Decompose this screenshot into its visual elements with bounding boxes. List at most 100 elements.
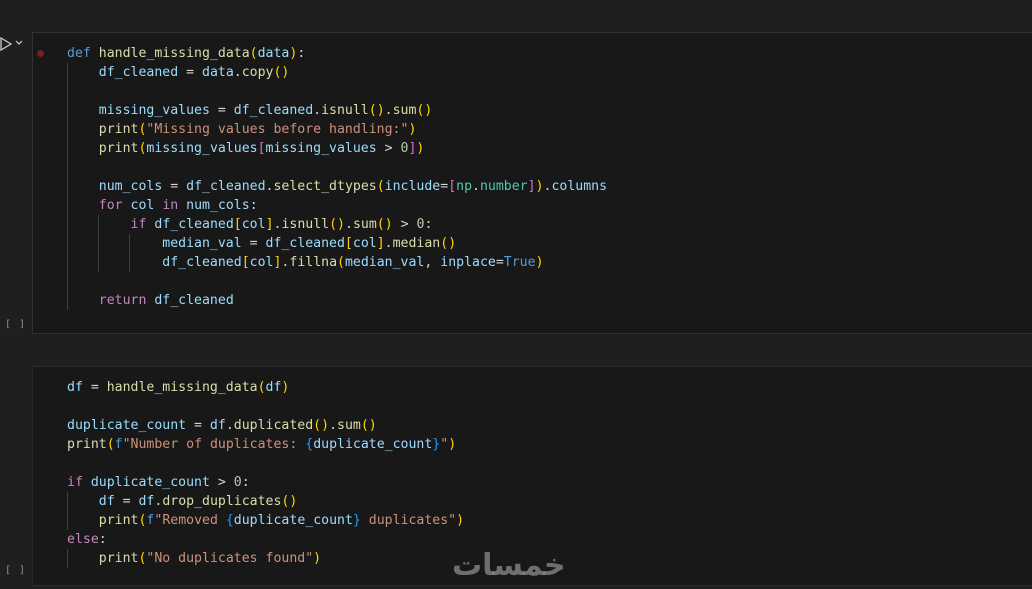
code-token: = xyxy=(186,418,210,433)
code-line[interactable]: else: xyxy=(67,530,464,549)
code-token: df xyxy=(138,494,155,509)
code-token: () xyxy=(360,418,377,433)
indent-guide xyxy=(67,492,68,511)
indent-guide xyxy=(97,215,99,234)
code-token: : xyxy=(241,475,250,490)
code-token: missing_values xyxy=(146,141,258,156)
indent-guide xyxy=(67,549,68,568)
code-token: print xyxy=(98,122,139,137)
code-token: () xyxy=(273,65,290,80)
code-line[interactable] xyxy=(67,397,464,416)
code-token: np xyxy=(456,179,473,194)
code-token: col xyxy=(130,198,155,213)
indent-guide xyxy=(67,215,68,234)
code-token: df_cleaned xyxy=(233,103,314,118)
code-line[interactable]: duplicate_count = df.duplicated().sum() xyxy=(67,416,464,435)
indent-guide xyxy=(67,511,68,530)
indent-guide xyxy=(67,82,68,101)
code-token: = xyxy=(241,236,266,251)
code-line[interactable]: if df_cleaned[col].isnull().sum() > 0: xyxy=(67,215,607,234)
code-token: in xyxy=(162,198,179,213)
code-line[interactable]: for col in num_cols: xyxy=(67,196,607,215)
code-token: ] xyxy=(376,236,385,251)
code-token: missing_values xyxy=(98,103,210,118)
code-token: ) xyxy=(456,513,465,528)
code-line[interactable]: missing_values = df_cleaned.isnull().sum… xyxy=(67,101,607,120)
code-token: isnull xyxy=(321,103,369,118)
code-line[interactable]: df = df.drop_duplicates() xyxy=(67,492,464,511)
code-token: . xyxy=(384,103,393,118)
code-token: "No duplicates found" xyxy=(146,551,314,566)
code-token: f xyxy=(114,437,123,452)
code-token: } xyxy=(352,513,361,528)
code-line[interactable] xyxy=(67,454,464,473)
indent-guide xyxy=(128,253,130,272)
indent-guide xyxy=(67,177,68,196)
code-line[interactable] xyxy=(67,158,607,177)
code-line[interactable]: return df_cleaned xyxy=(67,291,607,310)
code-token: return xyxy=(98,293,147,308)
code-token: () xyxy=(376,217,393,232)
code-token: > xyxy=(376,141,401,156)
run-cell-control[interactable] xyxy=(0,35,30,53)
code-token: print xyxy=(98,513,139,528)
code-line[interactable]: df_cleaned = data.copy() xyxy=(67,63,607,82)
code-line[interactable]: def handle_missing_data(data): xyxy=(67,44,607,63)
code-line[interactable]: median_val = df_cleaned[col].median() xyxy=(67,234,607,253)
code-line[interactable]: print("No duplicates found") xyxy=(67,549,464,568)
code-token: > xyxy=(392,217,417,232)
indent-guide xyxy=(67,272,68,291)
code-line[interactable]: print(f"Removed {duplicate_count} duplic… xyxy=(67,511,464,530)
code-line[interactable]: print(missing_values[missing_values > 0]… xyxy=(67,139,607,158)
code-token: sum xyxy=(337,418,361,433)
code-token: "Number of duplicates: xyxy=(122,437,306,452)
code-token: def xyxy=(67,46,91,61)
code-line[interactable]: print(f"Number of duplicates: {duplicate… xyxy=(67,435,464,454)
code-token: ) xyxy=(313,551,322,566)
code-editor-1[interactable]: def handle_missing_data(data): df_cleane… xyxy=(67,44,607,310)
code-token: median_val xyxy=(162,236,242,251)
code-token: . xyxy=(313,103,322,118)
indent-guide xyxy=(97,234,99,253)
code-line[interactable]: df = handle_missing_data(df) xyxy=(67,378,464,397)
run-cell-icon[interactable] xyxy=(0,37,12,51)
code-token: : xyxy=(98,532,107,547)
code-token: missing_values xyxy=(265,141,377,156)
code-line[interactable] xyxy=(67,82,607,101)
code-token: "Removed xyxy=(154,513,226,528)
code-line[interactable] xyxy=(67,272,607,291)
code-token: columns xyxy=(551,179,608,194)
code-token: : xyxy=(297,46,306,61)
code-token: [ xyxy=(257,141,266,156)
code-token: duplicates" xyxy=(360,513,457,528)
code-token: = xyxy=(162,179,187,194)
code-token: ( xyxy=(337,255,345,270)
code-editor-2[interactable]: df = handle_missing_data(df) duplicate_c… xyxy=(67,378,464,568)
code-token: ( xyxy=(257,380,266,395)
code-line[interactable]: num_cols = df_cleaned. select_dtypes(incl… xyxy=(67,177,607,196)
code-token: () xyxy=(416,103,433,118)
code-token: () xyxy=(281,494,298,509)
code-token: duplicated xyxy=(233,418,314,433)
code-line[interactable]: df_cleaned[col].fillna(median_val, inpla… xyxy=(67,253,607,272)
indent-guide xyxy=(67,139,68,158)
code-line[interactable]: print("Missing values before handling:") xyxy=(67,120,607,139)
indent-guide xyxy=(67,63,68,82)
code-line[interactable]: if duplicate_count > 0: xyxy=(67,473,464,492)
code-token: num_cols xyxy=(186,198,250,213)
indent-guide xyxy=(67,196,68,215)
code-cell-1[interactable]: def handle_missing_data(data): df_cleane… xyxy=(32,32,1032,334)
code-token: num_cols xyxy=(98,179,163,194)
code-token: , xyxy=(424,255,441,270)
chevron-down-icon[interactable] xyxy=(15,39,23,47)
code-token: ) xyxy=(408,122,417,137)
breakpoint-indicator[interactable] xyxy=(37,50,44,57)
code-token: col xyxy=(241,217,266,232)
indent-guide xyxy=(67,158,68,177)
